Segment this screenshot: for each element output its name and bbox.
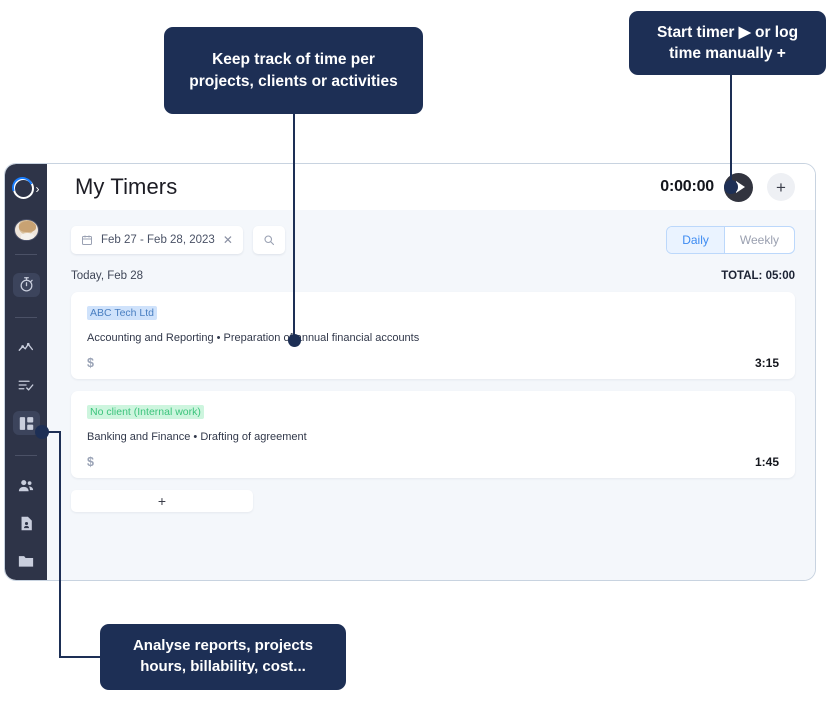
billable-icon[interactable]: $ [87,455,94,469]
callout-connector-dot-timer [724,180,738,194]
timer-value: 0:00:00 [660,178,714,195]
clear-date-icon[interactable]: ✕ [223,233,233,247]
search-icon [264,235,274,246]
entry-duration[interactable]: 1:45 [755,455,779,469]
main-panel: My Timers 0:00:00 + Feb 27 - Feb 28, 202… [47,164,815,580]
callout-connector-line-reports-v [59,431,61,658]
day-label: Today, Feb 28 [71,270,144,282]
screenshot-stage: Keep track of time per projects, clients… [0,0,826,720]
sidebar-divider [15,454,37,456]
entry-footer: $ 1:45 [87,455,779,469]
date-range-value: Feb 27 - Feb 28, 2023 [101,234,215,246]
calendar-icon [82,235,92,245]
sidebar-logo[interactable]: › [12,178,40,199]
day-header: Today, Feb 28 TOTAL: 05:00 [47,254,815,282]
time-entry-row[interactable]: No client (Internal work) Banking and Fi… [71,391,795,478]
client-tag[interactable]: ABC Tech Ltd [87,306,158,320]
add-manual-entry-button[interactable]: + [767,173,795,201]
chevron-right-icon[interactable]: › [36,183,40,195]
view-mode-toggle[interactable]: Daily Weekly [666,226,795,254]
sidebar-item-analytics[interactable] [13,336,40,360]
top-bar: My Timers 0:00:00 + [47,164,815,210]
search-button[interactable] [252,226,285,254]
entry-duration[interactable]: 3:15 [755,356,779,370]
entry-description: Banking and Finance • Drafting of agreem… [87,431,307,443]
filter-bar: Feb 27 - Feb 28, 2023 ✕ Daily Weekly [47,210,815,254]
page-title: My Timers [75,174,178,199]
client-tag[interactable]: No client (Internal work) [87,405,204,419]
callout-connector-line-timer [730,75,732,188]
callout-connector-dot-track [288,334,301,347]
day-total: TOTAL: 05:00 [721,270,795,282]
logo-ring-icon [12,178,34,199]
entry-description: Accounting and Reporting • Preparation o… [87,332,420,344]
avatar[interactable] [13,219,39,242]
add-entry-button[interactable]: + [71,490,253,512]
sidebar-divider [15,316,37,318]
sidebar: › [5,164,47,580]
entry-footer: $ 3:15 [87,356,779,370]
app-window: › My Timers 0:00:00 + Feb 27 - Feb 28, 2… [4,163,816,581]
callout-analyse-reports: Analyse reports, projects hours, billabi… [100,624,346,690]
sidebar-item-documents[interactable] [13,512,40,536]
sidebar-divider [15,254,37,256]
callout-connector-line-reports-h2 [59,656,103,658]
entry-list: ABC Tech Ltd Accounting and Reporting • … [47,282,815,512]
callout-connector-dot-reports [35,425,49,439]
time-entry-row[interactable]: ABC Tech Ltd Accounting and Reporting • … [71,292,795,379]
sidebar-item-timer[interactable] [12,273,40,297]
sidebar-item-clients[interactable] [13,474,40,498]
date-range-picker[interactable]: Feb 27 - Feb 28, 2023 ✕ [71,226,243,254]
sidebar-item-tasks[interactable] [13,373,40,397]
callout-start-timer: Start timer ▶ or log time manually + [629,11,826,75]
view-mode-daily[interactable]: Daily [667,227,725,253]
view-mode-weekly[interactable]: Weekly [725,227,794,253]
callout-keep-track: Keep track of time per projects, clients… [164,27,423,114]
sidebar-item-files[interactable] [13,549,40,573]
callout-connector-line-track [293,114,295,342]
billable-icon[interactable]: $ [87,356,94,370]
